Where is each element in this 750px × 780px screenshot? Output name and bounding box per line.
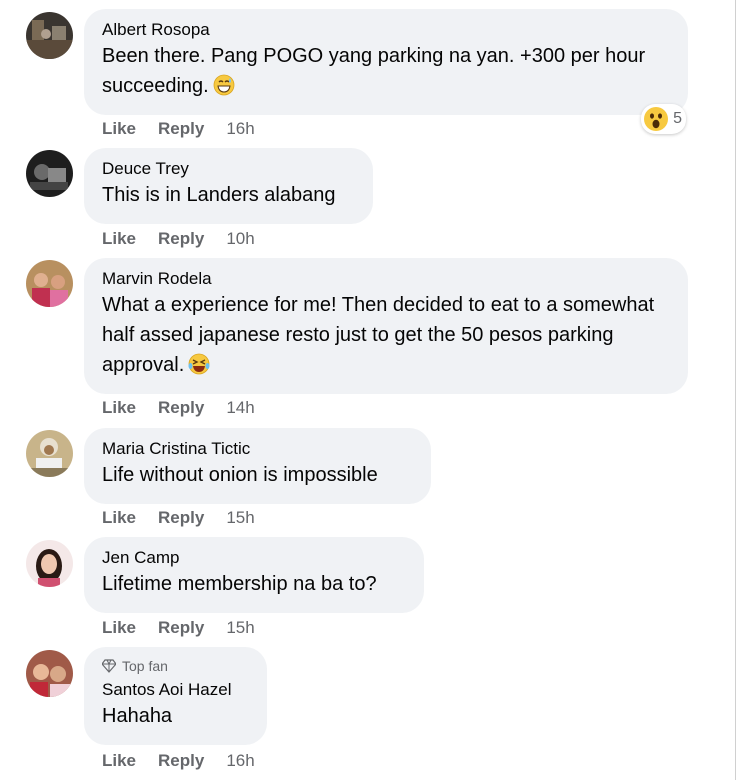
comment-author[interactable]: Jen Camp: [102, 547, 406, 569]
reply-button[interactable]: Reply: [158, 617, 204, 639]
comment-text: Been there. Pang POGO yang parking na ya…: [102, 45, 646, 97]
avatar[interactable]: [26, 150, 73, 197]
reply-button[interactable]: Reply: [158, 118, 204, 140]
reply-button[interactable]: Reply: [158, 397, 204, 419]
comment-actions: Like Reply 15h: [102, 617, 255, 639]
comment-actions: Like Reply 16h: [102, 118, 255, 140]
top-fan-badge: Top fan: [102, 657, 249, 675]
like-button[interactable]: Like: [102, 228, 136, 250]
comment-timestamp[interactable]: 16h: [226, 750, 254, 772]
reaction-count: 5: [673, 110, 682, 127]
top-fan-label: Top fan: [122, 658, 168, 674]
like-button[interactable]: Like: [102, 507, 136, 529]
grin-sweat-emoji-icon: [213, 74, 235, 96]
comment-text: Life without onion is impossible: [102, 464, 378, 486]
like-button[interactable]: Like: [102, 617, 136, 639]
comment-actions: Like Reply 14h: [102, 397, 255, 419]
comment-text: What a experience for me! Then decided t…: [102, 294, 655, 376]
comment-bubble: Top fan Santos Aoi Hazel Hahaha: [84, 647, 267, 745]
comment-timestamp[interactable]: 16h: [226, 118, 254, 140]
comment-text: This is in Landers alabang: [102, 184, 336, 206]
comment-timestamp[interactable]: 15h: [226, 507, 254, 529]
comment-bubble: Marvin Rodela What a experience for me! …: [84, 258, 688, 394]
laughing-tears-emoji-icon: [188, 353, 210, 375]
avatar[interactable]: [26, 650, 73, 697]
reply-button[interactable]: Reply: [158, 750, 204, 772]
comment-text: Hahaha: [102, 705, 173, 727]
comment-author[interactable]: Santos Aoi Hazel: [102, 679, 249, 701]
avatar[interactable]: [26, 540, 73, 587]
reply-button[interactable]: Reply: [158, 228, 204, 250]
like-button[interactable]: Like: [102, 118, 136, 140]
comment-bubble: Deuce Trey This is in Landers alabang: [84, 148, 373, 224]
comment-bubble: Albert Rosopa Been there. Pang POGO yang…: [84, 9, 688, 115]
comment-author[interactable]: Deuce Trey: [102, 158, 355, 180]
like-button[interactable]: Like: [102, 397, 136, 419]
comment-bubble: Jen Camp Lifetime membership na ba to?: [84, 537, 424, 613]
comments-panel: Albert Rosopa Been there. Pang POGO yang…: [0, 0, 736, 780]
reply-button[interactable]: Reply: [158, 507, 204, 529]
comment-bubble: Maria Cristina Tictic Life without onion…: [84, 428, 431, 504]
like-button[interactable]: Like: [102, 750, 136, 772]
comment-text: Lifetime membership na ba to?: [102, 573, 377, 595]
diamond-icon: [102, 659, 116, 673]
comment-actions: Like Reply 10h: [102, 228, 255, 250]
comment-author[interactable]: Albert Rosopa: [102, 19, 670, 41]
comment-timestamp[interactable]: 10h: [226, 228, 254, 250]
avatar[interactable]: [26, 260, 73, 307]
reaction-summary[interactable]: 5: [641, 104, 686, 134]
comment-author[interactable]: Marvin Rodela: [102, 268, 670, 290]
wow-reaction-icon: [644, 107, 669, 131]
comment-actions: Like Reply 16h: [102, 750, 255, 772]
comment-timestamp[interactable]: 14h: [226, 397, 254, 419]
avatar[interactable]: [26, 430, 73, 477]
avatar[interactable]: [26, 12, 73, 59]
comment-timestamp[interactable]: 15h: [226, 617, 254, 639]
comment-actions: Like Reply 15h: [102, 507, 255, 529]
comment-author[interactable]: Maria Cristina Tictic: [102, 438, 413, 460]
